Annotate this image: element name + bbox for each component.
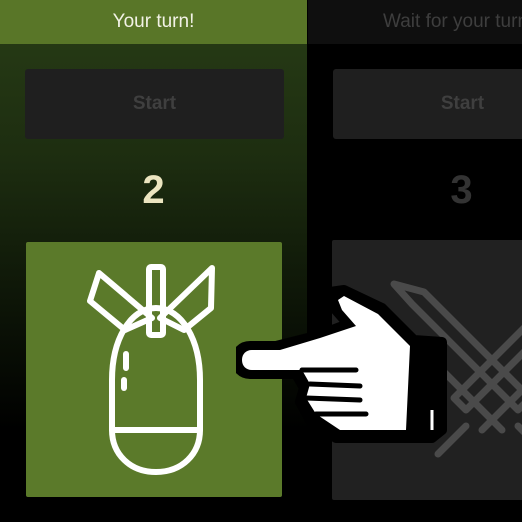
player-panel: Your turn! Start 2 [0,0,307,522]
bomb-icon [87,264,215,475]
opponent-turn-status: Wait for your turn [308,0,522,44]
opponent-panel: Wait for your turn Start 3 [308,0,522,522]
opponent-start-button[interactable]: Start [333,69,522,139]
crossed-swords-icon [390,280,522,458]
player-card-count: 2 [142,168,165,212]
player-turn-status: Your turn! [0,0,307,44]
game-screen: Your turn! Start 2 Wait for your turn St… [0,0,522,522]
player-start-button[interactable]: Start [25,69,284,139]
opponent-card[interactable] [332,240,522,500]
opponent-card-count: 3 [450,168,473,212]
player-card[interactable] [26,242,282,497]
